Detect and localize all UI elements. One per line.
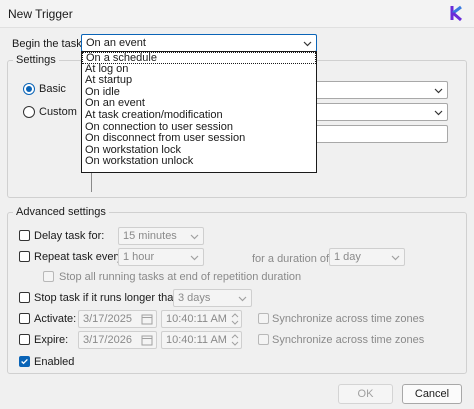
- activate-date-value: 3/17/2025: [83, 313, 132, 325]
- delay-task-checkbox[interactable]: [19, 230, 30, 241]
- stop-running-tasks-checkbox[interactable]: [43, 271, 54, 282]
- calendar-icon[interactable]: [141, 334, 153, 346]
- activate-time-picker[interactable]: 10:40:11 AM: [161, 310, 242, 328]
- repeat-task-label: Repeat task every:: [34, 251, 126, 263]
- expire-date-picker[interactable]: 3/17/2026: [78, 331, 157, 349]
- chevron-down-icon: [434, 88, 443, 94]
- delay-task-value: 15 minutes: [123, 230, 177, 242]
- chevron-down-icon: [190, 234, 199, 240]
- window-title: New Trigger: [8, 7, 73, 21]
- begin-task-label: Begin the task:: [12, 38, 85, 50]
- enabled-checkbox[interactable]: [19, 356, 30, 367]
- stop-task-longer-value: 3 days: [178, 292, 211, 304]
- divider-line: [91, 171, 92, 192]
- repeat-task-combo[interactable]: 1 hour: [118, 248, 204, 266]
- chevron-down-icon: [303, 41, 312, 47]
- spin-arrows-icon[interactable]: [230, 312, 240, 326]
- expire-checkbox[interactable]: [19, 334, 30, 345]
- dropdown-option[interactable]: On a schedule: [82, 52, 316, 64]
- activate-label: Activate:: [34, 313, 77, 325]
- duration-value: 1 day: [334, 251, 361, 263]
- custom-radio[interactable]: [23, 106, 35, 118]
- expire-date-value: 3/17/2026: [83, 334, 132, 346]
- activate-checkbox[interactable]: [19, 313, 30, 324]
- advanced-settings-title: Advanced settings: [13, 206, 109, 218]
- expire-label: Expire:: [34, 334, 69, 346]
- expire-time-value: 10:40:11 AM: [166, 334, 227, 346]
- expire-sync-checkbox[interactable]: [258, 334, 269, 345]
- task-scheduler-logo-icon: [450, 5, 462, 22]
- stop-running-tasks-label: Stop all running tasks at end of repetit…: [59, 271, 302, 283]
- enabled-label: Enabled: [34, 356, 75, 368]
- title-bar: New Trigger: [0, 0, 474, 28]
- dropdown-option[interactable]: On workstation unlock: [82, 156, 316, 168]
- dropdown-option[interactable]: On disconnect from user session: [82, 133, 316, 145]
- basic-radio[interactable]: [23, 83, 35, 95]
- source-combo[interactable]: [315, 103, 448, 121]
- spin-arrows-icon[interactable]: [230, 333, 240, 347]
- expire-time-picker[interactable]: 10:40:11 AM: [161, 331, 242, 349]
- activate-sync-checkbox[interactable]: [258, 313, 269, 324]
- begin-task-combo[interactable]: On an event: [81, 34, 317, 52]
- chevron-down-icon: [238, 296, 247, 302]
- begin-task-selected: On an event: [86, 37, 146, 49]
- duration-label: for a duration of:: [252, 253, 333, 265]
- delay-task-label: Delay task for:: [34, 230, 105, 242]
- repeat-task-value: 1 hour: [123, 251, 155, 263]
- activate-date-picker[interactable]: 3/17/2025: [78, 310, 157, 328]
- stop-task-longer-combo[interactable]: 3 days: [173, 289, 252, 307]
- basic-label: Basic: [39, 83, 66, 95]
- custom-label: Custom: [39, 106, 77, 118]
- dropdown-option[interactable]: At task creation/modification: [82, 109, 316, 122]
- event-id-field[interactable]: [315, 125, 448, 143]
- log-combo[interactable]: [315, 81, 448, 99]
- settings-title: Settings: [13, 54, 59, 66]
- expire-sync-label: Synchronize across time zones: [272, 334, 425, 346]
- activate-sync-label: Synchronize across time zones: [272, 313, 425, 325]
- cancel-button[interactable]: Cancel: [402, 384, 462, 404]
- chevron-down-icon: [434, 110, 443, 116]
- checkmark-icon: [21, 358, 28, 365]
- chevron-down-icon: [190, 255, 199, 261]
- duration-combo[interactable]: 1 day: [329, 248, 405, 266]
- begin-task-dropdown-list[interactable]: On a schedule At log on At startup On id…: [81, 51, 317, 173]
- activate-time-value: 10:40:11 AM: [166, 313, 227, 325]
- calendar-icon[interactable]: [141, 313, 153, 325]
- stop-task-longer-checkbox[interactable]: [19, 292, 30, 303]
- delay-task-combo[interactable]: 15 minutes: [118, 227, 204, 245]
- chevron-down-icon: [391, 255, 400, 261]
- repeat-task-checkbox[interactable]: [19, 251, 30, 262]
- ok-button[interactable]: OK: [338, 384, 393, 404]
- stop-task-longer-label: Stop task if it runs longer than:: [34, 292, 183, 304]
